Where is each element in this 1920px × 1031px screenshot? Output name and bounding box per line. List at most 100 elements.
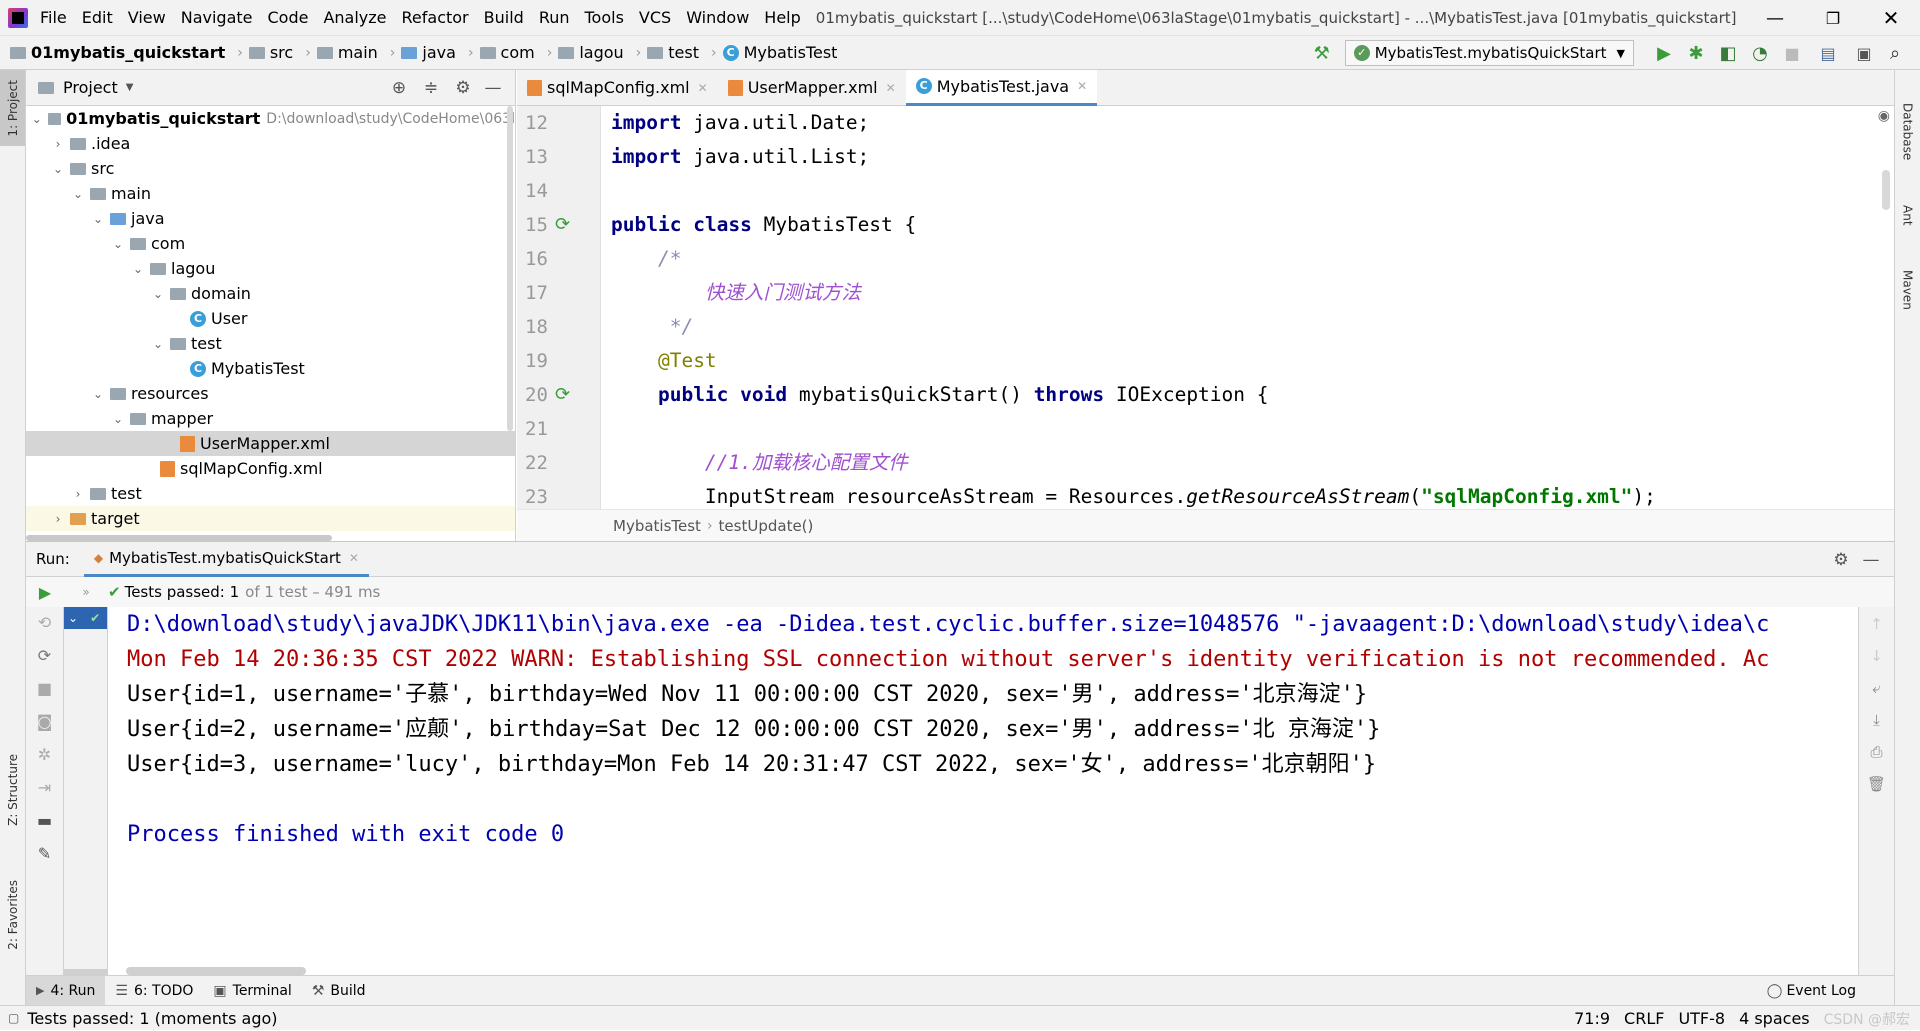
- line-separator[interactable]: CRLF: [1624, 1009, 1664, 1028]
- maven-tool-button[interactable]: Maven: [1895, 255, 1920, 325]
- eye-icon[interactable]: ◉: [1878, 108, 1890, 124]
- menu-refactor[interactable]: Refactor: [402, 8, 469, 27]
- hide-panel-icon[interactable]: —: [1856, 550, 1886, 570]
- caret-position[interactable]: 71:9: [1574, 1009, 1610, 1028]
- run-test-gutter-icon[interactable]: ⟳: [555, 208, 570, 242]
- profile-icon[interactable]: ◔: [1744, 43, 1776, 64]
- tab-usermapper[interactable]: UserMapper.xml ✕: [718, 70, 906, 106]
- collapse-all-icon[interactable]: ≑: [415, 78, 447, 98]
- soft-wrap-icon[interactable]: ⤶: [1872, 679, 1880, 697]
- menu-navigate[interactable]: Navigate: [181, 8, 253, 27]
- chevron-down-icon[interactable]: ⌄: [50, 162, 66, 176]
- stop-icon[interactable]: ■: [1776, 44, 1808, 63]
- pin-icon[interactable]: ✎: [38, 844, 51, 863]
- close-icon[interactable]: ✕: [1077, 79, 1087, 93]
- chevron-down-icon[interactable]: ▼: [126, 82, 134, 93]
- menu-build[interactable]: Build: [484, 8, 524, 27]
- tree-item-java[interactable]: ⌄ java: [26, 206, 515, 231]
- run-test-gutter-icon[interactable]: ⟳: [555, 378, 570, 412]
- vertical-scrollbar[interactable]: [507, 106, 513, 431]
- chevron-down-icon[interactable]: ⌄: [110, 237, 126, 251]
- chevron-right-icon[interactable]: ›: [50, 137, 66, 151]
- tree-item-src[interactable]: ⌄ src: [26, 156, 515, 181]
- tree-item-test-folder[interactable]: › test: [26, 481, 515, 506]
- indent-setting[interactable]: 4 spaces: [1739, 1009, 1810, 1028]
- tree-item-sqlmapconfig-xml[interactable]: sqlMapConfig.xml: [26, 456, 515, 481]
- chevron-down-icon[interactable]: ⌄: [150, 287, 166, 301]
- menu-file[interactable]: File: [40, 8, 67, 27]
- tree-item-com[interactable]: ⌄ com: [26, 231, 515, 256]
- run-tool-button[interactable]: ▶ 4: Run: [26, 975, 106, 1006]
- menu-tools[interactable]: Tools: [585, 8, 624, 27]
- rerun-icon[interactable]: ▶: [26, 583, 64, 602]
- crumb-com[interactable]: com: [479, 43, 535, 62]
- chevron-down-icon[interactable]: ⌄: [130, 262, 146, 276]
- exit-icon[interactable]: ⇥: [38, 778, 51, 797]
- chevron-down-icon[interactable]: ⌄: [90, 212, 106, 226]
- tree-item-lagou[interactable]: ⌄ lagou: [26, 256, 515, 281]
- breadcrumb-class[interactable]: MybatisTest: [613, 517, 701, 535]
- crumb-test[interactable]: test: [647, 43, 699, 62]
- console-scrollbar[interactable]: [126, 967, 306, 975]
- menu-analyze[interactable]: Analyze: [323, 8, 386, 27]
- code-content[interactable]: import java.util.Date; import java.util.…: [611, 106, 1871, 514]
- build-tool-button[interactable]: ⚒ Build: [302, 976, 376, 1006]
- tree-item-target[interactable]: › target: [26, 506, 515, 531]
- run-tab[interactable]: ◆ MybatisTest.mybatisQuickStart ✕: [83, 541, 369, 577]
- file-encoding[interactable]: UTF-8: [1678, 1009, 1725, 1028]
- status-toggle-icon[interactable]: ▢: [8, 1011, 19, 1025]
- console-output[interactable]: D:\download\study\javaJDK\JDK11\bin\java…: [108, 607, 1858, 975]
- menu-window[interactable]: Window: [686, 8, 749, 27]
- chevron-down-icon[interactable]: ⌄: [70, 187, 86, 201]
- terminal-tool-button[interactable]: ▣ Terminal: [203, 976, 301, 1006]
- chevron-down-icon[interactable]: ⌄: [68, 611, 78, 625]
- layout-icon[interactable]: ▣: [1848, 44, 1880, 63]
- tree-item-mybatistest[interactable]: C MybatisTest: [26, 356, 515, 381]
- arrow-up-icon[interactable]: ↑: [1870, 615, 1883, 633]
- project-view-select[interactable]: Project: [63, 78, 118, 97]
- crumb-java[interactable]: java: [401, 43, 456, 62]
- stop-icon[interactable]: ■: [37, 679, 52, 698]
- hide-panel-icon[interactable]: —: [479, 78, 507, 98]
- chevron-down-icon[interactable]: ⌄: [150, 337, 166, 351]
- run-config-select[interactable]: ✓ MybatisTest.mybatisQuickStart ▼: [1344, 40, 1634, 66]
- code-editor[interactable]: 12 13 14 15 ⟳ 16 17 18 19 20 ⟳ 21 22 23 im…: [517, 106, 1894, 509]
- close-button[interactable]: ✕: [1862, 6, 1920, 30]
- crumb-main[interactable]: main: [316, 43, 378, 62]
- breadcrumb-method[interactable]: testUpdate(): [719, 517, 814, 535]
- maximize-button[interactable]: ❐: [1804, 9, 1862, 28]
- crumb-project[interactable]: 01mybatis_quickstart: [10, 43, 225, 62]
- tree-item-user[interactable]: C User: [26, 306, 515, 331]
- menu-code[interactable]: Code: [268, 8, 309, 27]
- trash-icon[interactable]: 🗑: [1867, 775, 1886, 793]
- menu-vcs[interactable]: VCS: [639, 8, 671, 27]
- menu-view[interactable]: View: [128, 8, 166, 27]
- close-icon[interactable]: ✕: [698, 81, 708, 95]
- chevron-right-icon[interactable]: ›: [50, 512, 66, 526]
- scroll-to-end-icon[interactable]: ⤓: [1873, 711, 1880, 729]
- crumb-lagou[interactable]: lagou: [558, 43, 624, 62]
- tab-mybatistest[interactable]: C MybatisTest.java ✕: [905, 69, 1098, 106]
- ant-tool-button[interactable]: Ant: [1895, 190, 1920, 240]
- crumb-src[interactable]: src: [248, 43, 293, 62]
- toggle-auto-test-icon[interactable]: ⟳: [38, 646, 51, 665]
- chevron-down-icon[interactable]: ⌄: [30, 112, 44, 126]
- favorites-tool-button[interactable]: 2: Favorites: [0, 865, 25, 965]
- layout-icon[interactable]: ▬: [37, 811, 52, 830]
- close-icon[interactable]: ✕: [349, 551, 359, 565]
- test-tree-root[interactable]: ⌄ ✔: [64, 607, 107, 629]
- tree-item-usermapper-xml[interactable]: UserMapper.xml: [26, 431, 515, 456]
- settings-icon[interactable]: ✲: [38, 745, 51, 764]
- tree-item-idea[interactable]: › .idea: [26, 131, 515, 156]
- gear-icon[interactable]: ⚙: [1826, 550, 1856, 570]
- chevron-down-icon[interactable]: ⌄: [110, 412, 126, 426]
- expand-icon[interactable]: »: [64, 585, 108, 599]
- close-icon[interactable]: ✕: [886, 81, 896, 95]
- tree-item-resources[interactable]: ⌄ resources: [26, 381, 515, 406]
- print-icon[interactable]: ⎙: [1870, 743, 1882, 761]
- search-icon[interactable]: ⌕: [1880, 43, 1910, 64]
- editor-scrollbar[interactable]: [1882, 170, 1890, 210]
- crumb-mybatistest[interactable]: C MybatisTest: [722, 43, 837, 62]
- tree-item-domain[interactable]: ⌄ domain: [26, 281, 515, 306]
- project-tool-button[interactable]: 1: Project: [0, 70, 25, 146]
